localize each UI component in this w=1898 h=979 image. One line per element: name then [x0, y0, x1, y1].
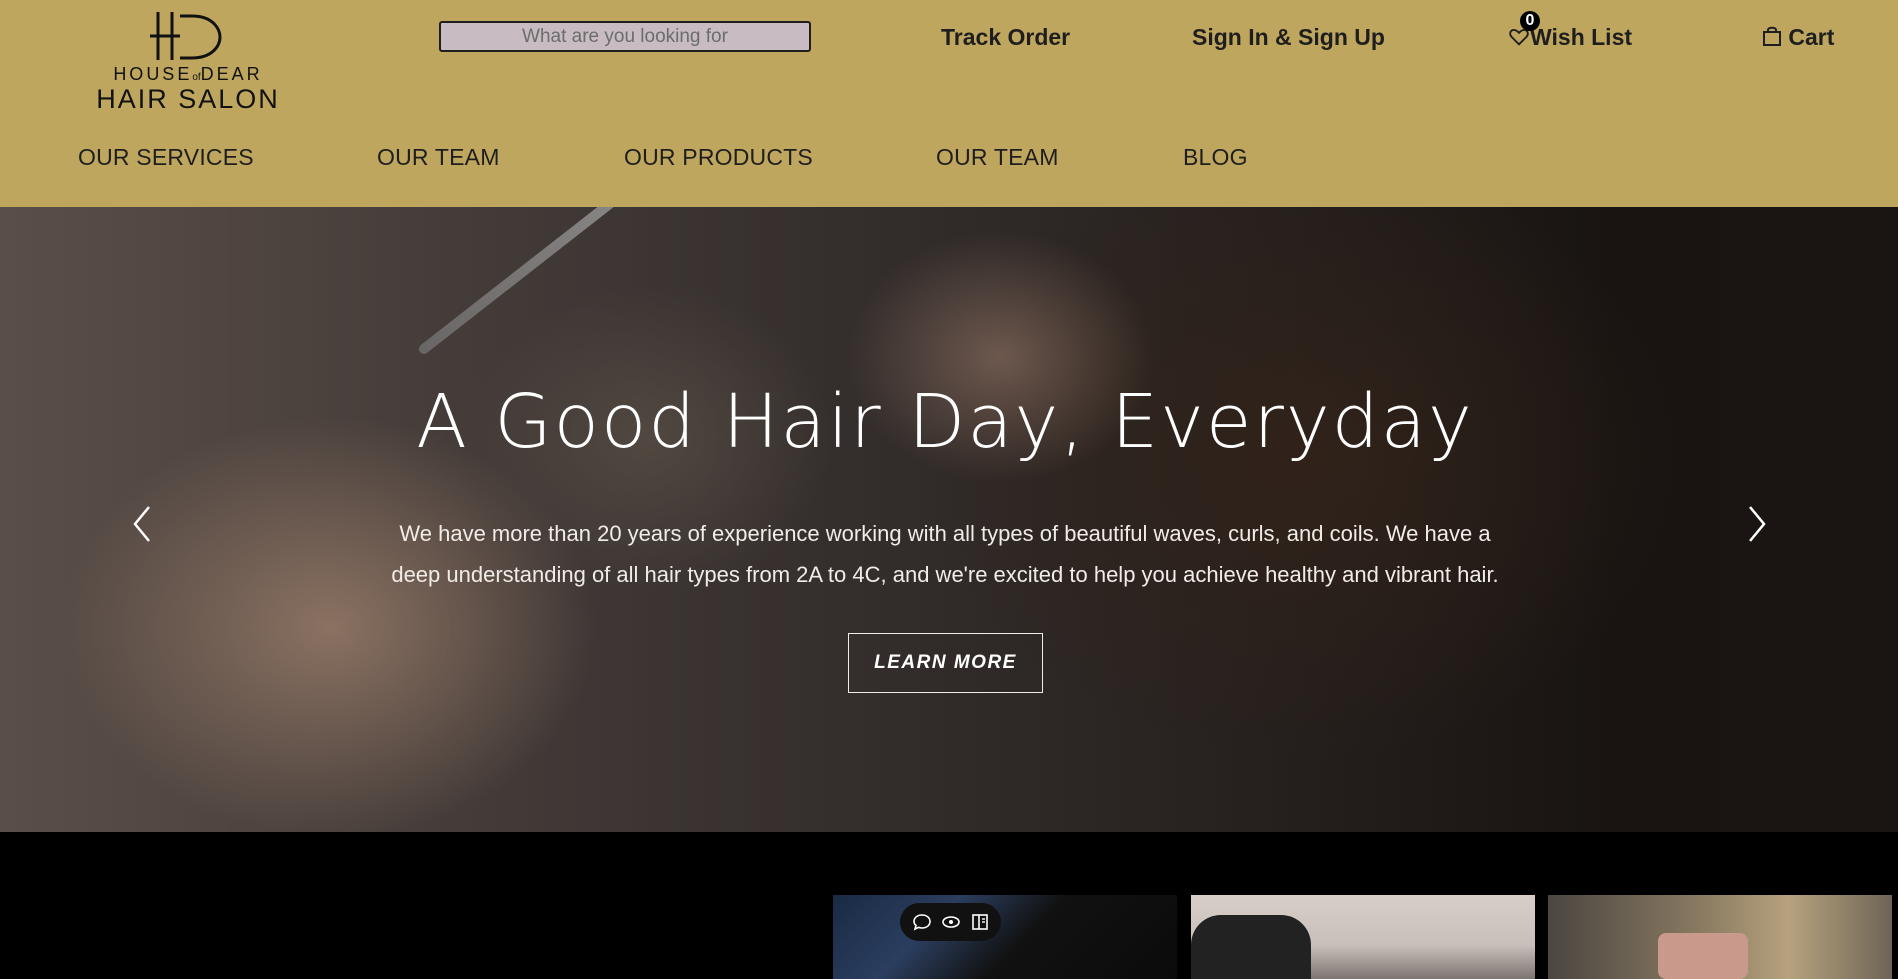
nav-our-team-2[interactable]: OUR TEAM [936, 144, 1059, 171]
wish-count-badge: 0 [1520, 11, 1540, 31]
jar-shape [1658, 933, 1748, 979]
chevron-left-icon[interactable] [127, 501, 157, 547]
learn-more-button[interactable]: LEARN MORE [848, 633, 1043, 693]
gallery-image-1[interactable] [833, 895, 1177, 979]
nav-our-team[interactable]: OUR TEAM [377, 144, 500, 171]
comment-icon[interactable] [912, 912, 932, 932]
wish-list-label: Wish List [1530, 24, 1633, 50]
search-input[interactable] [439, 21, 811, 52]
hero-background-image [416, 207, 833, 356]
site-header: HOUSEofDEAR HAIR SALON Track Order Sign … [0, 0, 1898, 207]
bag-icon [1763, 26, 1781, 46]
brand-name: HAIR SALON [96, 84, 280, 114]
chevron-right-icon[interactable] [1742, 501, 1772, 547]
panel-icon[interactable] [970, 912, 990, 932]
floating-toolbar [900, 903, 1001, 941]
nav-our-products[interactable]: OUR PRODUCTS [624, 144, 813, 171]
nav-blog[interactable]: BLOG [1183, 144, 1248, 171]
eye-icon[interactable] [941, 912, 961, 932]
logo[interactable]: HOUSEofDEAR HAIR SALON [76, 10, 300, 120]
hero-text: We have more than 20 years of experience… [391, 521, 1499, 587]
hero-title: A Good Hair Day, Everyday [416, 379, 1474, 465]
hero-slider: A Good Hair Day, Everyday We have more t… [0, 207, 1898, 832]
gallery-image-2[interactable] [1191, 895, 1535, 979]
track-order-link[interactable]: Track Order [941, 24, 1070, 51]
wish-list-link[interactable]: 0 Wish List [1508, 11, 1633, 51]
cart-label: Cart [1788, 24, 1835, 50]
hd-monogram-icon [150, 12, 222, 60]
cart-link[interactable]: Cart [1762, 24, 1834, 51]
brand-subtitle: HOUSEofDEAR [113, 64, 263, 84]
brush-shape [1191, 915, 1311, 979]
nav-our-services[interactable]: OUR SERVICES [78, 144, 254, 171]
gallery-image-3[interactable] [1548, 895, 1892, 979]
sign-in-link[interactable]: Sign In & Sign Up [1192, 24, 1385, 51]
